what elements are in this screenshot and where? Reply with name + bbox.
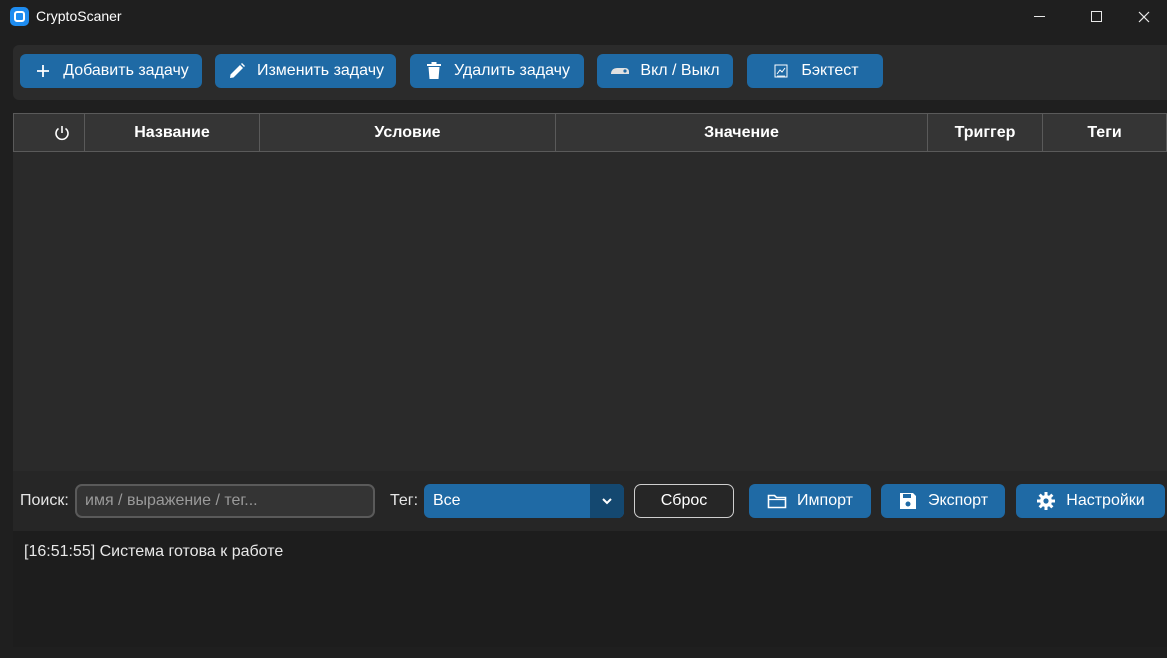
add-task-button[interactable]: Добавить задачу [20,54,202,88]
table-header: Название Условие Значение Триггер Теги [13,113,1167,152]
toggle-task-button[interactable]: Вкл / Выкл [597,54,733,88]
column-header-tags[interactable]: Теги [1043,114,1166,151]
trash-icon [424,61,444,81]
toolbar: Добавить задачу Изменить задачу Удалить … [13,45,1167,100]
app-logo-icon [10,7,29,26]
title-bar: CryptoScaner [0,0,1167,33]
edit-task-label: Изменить задачу [256,62,385,79]
window-title: CryptoScaner [36,8,122,24]
export-button[interactable]: Экспорт [881,484,1005,518]
export-label: Экспорт [927,492,989,509]
minimize-button[interactable] [1016,0,1062,33]
pencil-icon [227,61,247,81]
chart-icon [771,61,791,81]
search-label: Поиск: [20,492,69,509]
filter-bar: Поиск: Тег: Все Сброс Импорт Экспорт [13,471,1167,531]
close-icon [1138,11,1150,22]
column-header-condition[interactable]: Условие [260,114,556,151]
settings-button[interactable]: Настройки [1016,484,1165,518]
log-line: [16:51:55] Система готова к работе [24,543,284,560]
backtest-button[interactable]: Бэктест [747,54,883,88]
column-header-value[interactable]: Значение [556,114,928,151]
delete-task-button[interactable]: Удалить задачу [410,54,584,88]
close-button[interactable] [1121,0,1167,33]
toggle-task-label: Вкл / Выкл [640,62,720,79]
import-button[interactable]: Импорт [749,484,871,518]
tag-label: Тег: [390,492,419,509]
save-icon [898,491,918,511]
tasks-table[interactable]: Название Условие Значение Триггер Теги [13,113,1167,471]
settings-label: Настройки [1066,492,1145,509]
edit-task-button[interactable]: Изменить задачу [215,54,396,88]
search-input[interactable] [75,484,375,518]
column-header-trigger[interactable]: Триггер [928,114,1043,151]
add-task-label: Добавить задачу [63,62,189,79]
maximize-button[interactable] [1073,0,1119,33]
tag-select[interactable]: Все [424,484,624,518]
log-panel[interactable]: [16:51:55] Система готова к работе [13,531,1167,647]
minimize-icon [1033,16,1045,17]
gear-icon [1036,491,1056,511]
toggle-icon [610,61,630,81]
delete-task-label: Удалить задачу [454,62,570,79]
plus-icon [33,61,53,81]
folder-icon [767,491,787,511]
import-label: Импорт [797,492,853,509]
chevron-down-icon[interactable] [590,484,624,518]
maximize-icon [1090,11,1102,22]
tag-select-value: Все [433,492,461,509]
column-header-enabled[interactable] [14,114,85,151]
backtest-label: Бэктест [801,62,859,79]
reset-button[interactable]: Сброс [634,484,734,518]
column-header-name[interactable]: Название [85,114,260,151]
power-icon [55,125,69,140]
